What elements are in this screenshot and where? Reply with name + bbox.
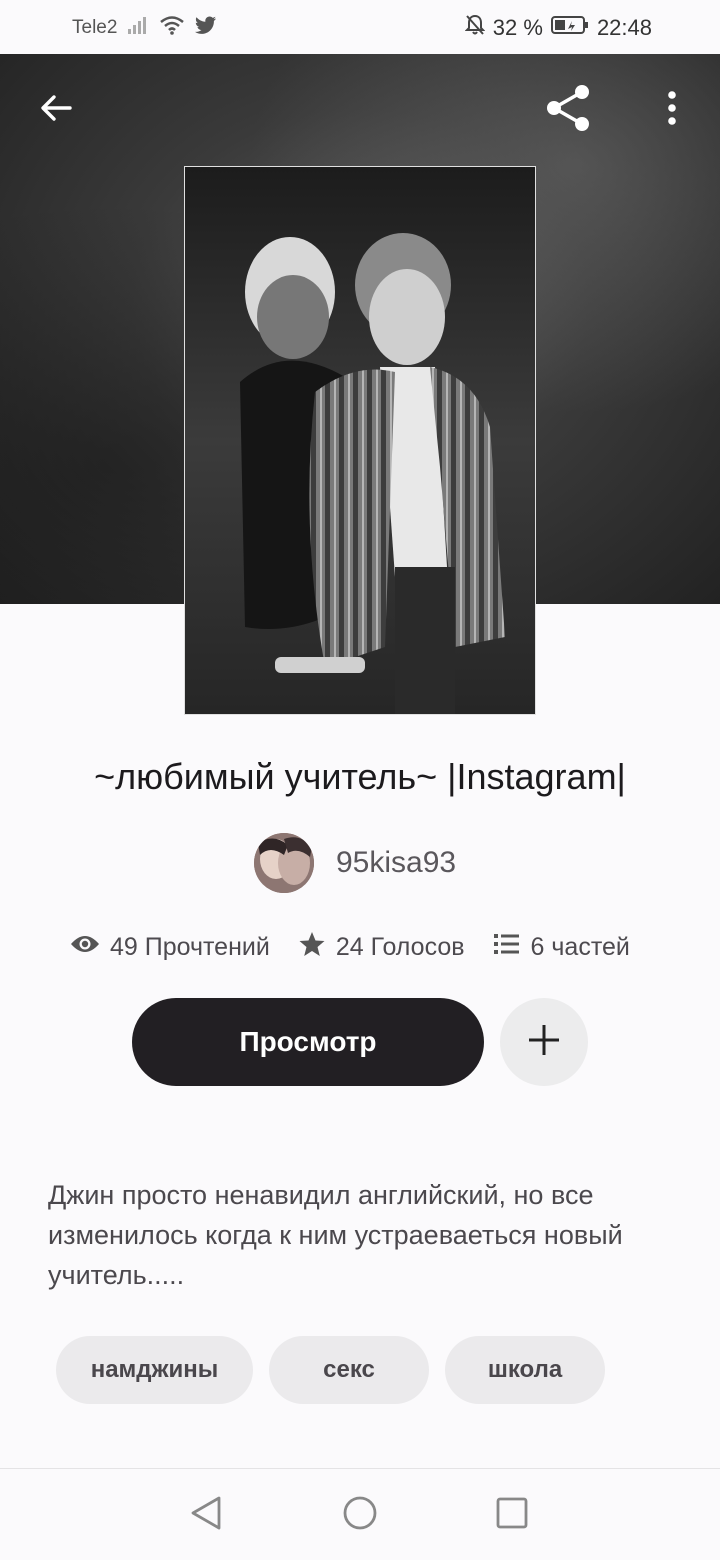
tag-chip[interactable]: намджины — [56, 1336, 253, 1404]
nav-back-icon — [189, 1495, 223, 1536]
add-to-library-button[interactable] — [500, 998, 588, 1086]
author-name: 95kisa93 — [336, 846, 457, 879]
arrow-left-icon — [38, 90, 74, 131]
tag-chip[interactable]: секс — [269, 1336, 429, 1404]
nav-home-button[interactable] — [340, 1495, 380, 1535]
share-icon — [543, 83, 593, 138]
tag-list: намджины секс школа — [56, 1336, 605, 1404]
share-button[interactable] — [540, 82, 596, 138]
star-icon — [298, 930, 326, 965]
nav-recent-icon — [495, 1496, 529, 1535]
story-title: ~любимый учитель~ |Instagram| — [94, 756, 626, 797]
parts-stat: 6 частей — [493, 932, 630, 963]
author-link[interactable]: 95kisa93 — [254, 833, 456, 893]
avatar — [254, 833, 314, 893]
parts-count: 6 частей — [530, 933, 630, 961]
back-button[interactable] — [28, 82, 84, 138]
clock: 22:48 — [596, 15, 652, 40]
carrier-label: Tele2 — [72, 17, 118, 38]
signal-icon — [127, 15, 149, 41]
tag-chip[interactable]: школа — [445, 1336, 605, 1404]
story-description: Джин просто ненавидил английский, но все… — [48, 1180, 623, 1290]
votes-count: 24 Голосов — [335, 933, 465, 961]
twitter-icon — [195, 16, 217, 40]
eye-icon — [70, 933, 100, 962]
more-vertical-icon — [666, 90, 678, 131]
status-left: Tele2 — [72, 15, 217, 41]
story-details-screen: Tele2 32 % 22:48 ~любимый учитель~ |Inst… — [0, 0, 720, 1560]
votes-stat: 24 Голосов — [298, 930, 465, 965]
story-stats: 49 Прочтений 24 Голосов 6 частей — [70, 930, 630, 965]
reads-stat: 49 Прочтений — [70, 933, 270, 962]
system-nav-bar — [0, 1469, 720, 1560]
wifi-icon — [159, 15, 185, 41]
reads-count: 49 Прочтений — [110, 933, 270, 961]
plus-icon — [527, 1023, 561, 1062]
list-icon — [493, 932, 521, 963]
story-cover-image[interactable] — [184, 166, 536, 715]
read-button[interactable]: Просмотр — [132, 998, 484, 1086]
mute-icon — [464, 14, 486, 42]
status-bar: Tele2 32 % 22:48 — [0, 0, 720, 54]
nav-back-button[interactable] — [186, 1495, 226, 1535]
nav-home-icon — [342, 1495, 378, 1536]
more-options-button[interactable] — [644, 82, 700, 138]
battery-icon — [550, 15, 589, 41]
nav-recent-button[interactable] — [492, 1495, 532, 1535]
status-right: 32 % 22:48 — [464, 14, 652, 42]
battery-percent: 32 % — [492, 15, 543, 40]
